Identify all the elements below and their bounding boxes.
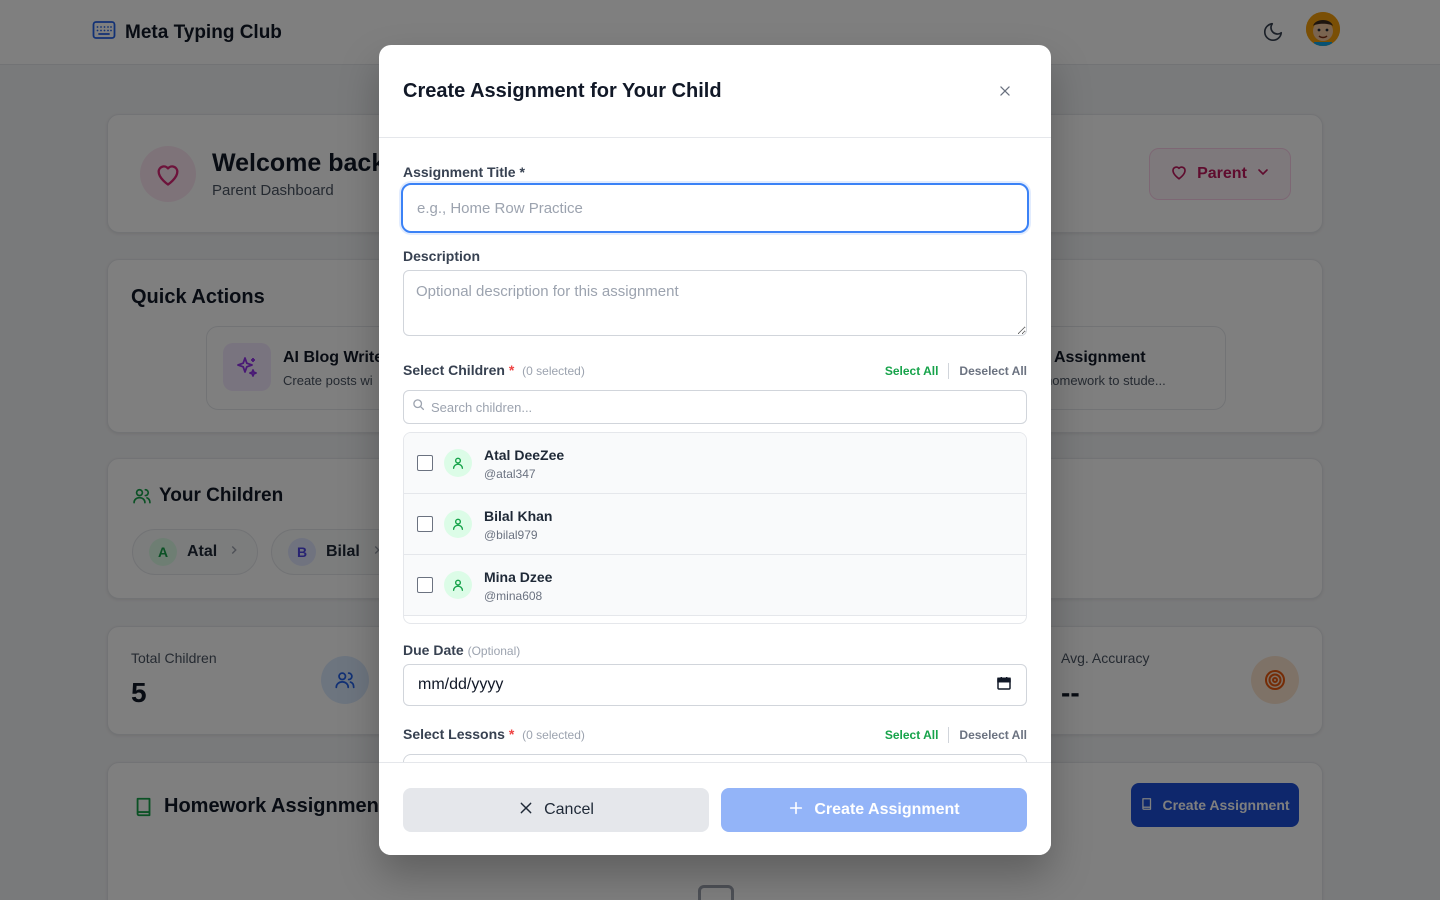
search-icon [412, 398, 425, 416]
child-row[interactable]: Atal DeeZee @atal347 [404, 433, 1026, 494]
divider [948, 727, 950, 743]
children-select-all-link[interactable]: Select All [885, 364, 939, 378]
children-selected-count: (0 selected) [522, 364, 585, 378]
due-date-input[interactable]: mm/dd/yyyy [403, 664, 1027, 706]
calendar-icon[interactable] [996, 675, 1012, 696]
cancel-label: Cancel [544, 801, 594, 818]
close-icon [518, 800, 534, 821]
child-username: @mina608 [484, 589, 543, 603]
description-textarea[interactable] [403, 270, 1027, 336]
description-label: Description [403, 248, 481, 264]
children-search-input[interactable] [431, 399, 1011, 415]
assignment-title-label: Assignment Title * [403, 164, 525, 180]
close-icon[interactable] [995, 81, 1015, 101]
child-name: Mina Dzee [484, 569, 553, 585]
lessons-deselect-all-link[interactable]: Deselect All [959, 728, 1027, 742]
user-icon [444, 449, 472, 477]
lessons-selected-count: (0 selected) [522, 728, 585, 742]
child-row[interactable]: Mina Dzee @mina608 [404, 555, 1026, 616]
select-children-label: Select Children * (0 selected) [403, 362, 585, 378]
child-checkbox[interactable] [417, 455, 433, 471]
children-select-links: Select All Deselect All [885, 363, 1027, 379]
select-lessons-label: Select Lessons * (0 selected) [403, 726, 585, 742]
child-row[interactable]: Bilal Khan @bilal979 [404, 494, 1026, 555]
due-date-label: Due Date (Optional) [403, 642, 521, 658]
children-deselect-all-link[interactable]: Deselect All [959, 364, 1027, 378]
assignment-title-input[interactable] [401, 183, 1029, 233]
children-search[interactable] [403, 390, 1027, 424]
create-assignment-button[interactable]: Create Assignment [721, 788, 1027, 832]
cancel-button[interactable]: Cancel [403, 788, 709, 832]
modal-header: Create Assignment for Your Child [379, 45, 1051, 138]
user-icon [444, 571, 472, 599]
plus-icon [788, 800, 804, 821]
modal-title: Create Assignment for Your Child [403, 80, 722, 102]
divider [948, 363, 950, 379]
child-username: @atal347 [484, 467, 536, 481]
create-assignment-modal: Create Assignment for Your Child Assignm… [379, 45, 1051, 855]
create-assignment-label: Create Assignment [814, 801, 960, 818]
child-name: Atal DeeZee [484, 447, 565, 463]
child-name: Bilal Khan [484, 508, 553, 524]
modal-footer: Cancel Create Assignment [379, 762, 1051, 855]
lessons-select-links: Select All Deselect All [885, 727, 1027, 743]
children-list: Atal DeeZee @atal347 Bilal Khan @bilal97… [403, 432, 1027, 624]
due-date-value: mm/dd/yyyy [418, 676, 504, 693]
child-checkbox[interactable] [417, 516, 433, 532]
user-icon [444, 510, 472, 538]
child-checkbox[interactable] [417, 577, 433, 593]
lessons-select-all-link[interactable]: Select All [885, 728, 939, 742]
child-username: @bilal979 [484, 528, 538, 542]
